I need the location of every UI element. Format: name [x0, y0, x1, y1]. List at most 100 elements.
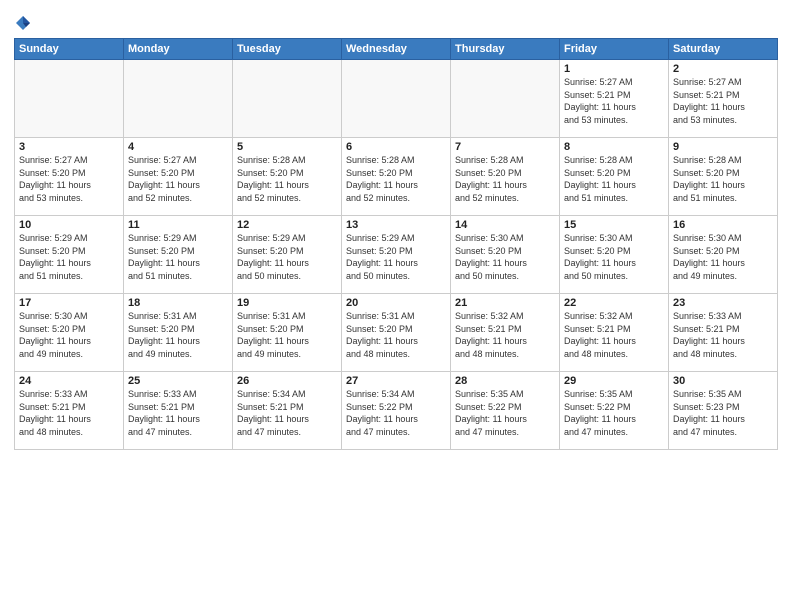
day-info: Sunrise: 5:27 AM Sunset: 5:21 PM Dayligh…: [673, 76, 773, 126]
day-number: 15: [564, 219, 664, 231]
day-number: 24: [19, 375, 119, 387]
calendar-cell: 13Sunrise: 5:29 AM Sunset: 5:20 PM Dayli…: [342, 216, 451, 294]
calendar-week-3: 17Sunrise: 5:30 AM Sunset: 5:20 PM Dayli…: [15, 294, 778, 372]
day-number: 30: [673, 375, 773, 387]
day-info: Sunrise: 5:35 AM Sunset: 5:22 PM Dayligh…: [564, 388, 664, 438]
calendar-header-thursday: Thursday: [451, 39, 560, 60]
calendar-cell: [124, 60, 233, 138]
calendar-header-row: SundayMondayTuesdayWednesdayThursdayFrid…: [15, 39, 778, 60]
day-info: Sunrise: 5:27 AM Sunset: 5:20 PM Dayligh…: [128, 154, 228, 204]
day-number: 19: [237, 297, 337, 309]
day-number: 29: [564, 375, 664, 387]
day-number: 17: [19, 297, 119, 309]
day-number: 27: [346, 375, 446, 387]
day-number: 6: [346, 141, 446, 153]
day-number: 26: [237, 375, 337, 387]
day-number: 5: [237, 141, 337, 153]
day-info: Sunrise: 5:30 AM Sunset: 5:20 PM Dayligh…: [564, 232, 664, 282]
day-number: 12: [237, 219, 337, 231]
day-number: 1: [564, 63, 664, 75]
calendar-cell: 15Sunrise: 5:30 AM Sunset: 5:20 PM Dayli…: [560, 216, 669, 294]
calendar-cell: [15, 60, 124, 138]
day-info: Sunrise: 5:33 AM Sunset: 5:21 PM Dayligh…: [673, 310, 773, 360]
day-info: Sunrise: 5:31 AM Sunset: 5:20 PM Dayligh…: [237, 310, 337, 360]
day-number: 4: [128, 141, 228, 153]
day-number: 14: [455, 219, 555, 231]
day-info: Sunrise: 5:27 AM Sunset: 5:20 PM Dayligh…: [19, 154, 119, 204]
calendar-cell: 8Sunrise: 5:28 AM Sunset: 5:20 PM Daylig…: [560, 138, 669, 216]
calendar-header-saturday: Saturday: [669, 39, 778, 60]
calendar-cell: 28Sunrise: 5:35 AM Sunset: 5:22 PM Dayli…: [451, 372, 560, 450]
calendar-cell: 20Sunrise: 5:31 AM Sunset: 5:20 PM Dayli…: [342, 294, 451, 372]
day-info: Sunrise: 5:32 AM Sunset: 5:21 PM Dayligh…: [455, 310, 555, 360]
calendar-cell: 16Sunrise: 5:30 AM Sunset: 5:20 PM Dayli…: [669, 216, 778, 294]
calendar-header-monday: Monday: [124, 39, 233, 60]
day-info: Sunrise: 5:28 AM Sunset: 5:20 PM Dayligh…: [564, 154, 664, 204]
day-number: 25: [128, 375, 228, 387]
day-number: 28: [455, 375, 555, 387]
day-number: 8: [564, 141, 664, 153]
day-number: 7: [455, 141, 555, 153]
calendar-cell: 27Sunrise: 5:34 AM Sunset: 5:22 PM Dayli…: [342, 372, 451, 450]
calendar-cell: 23Sunrise: 5:33 AM Sunset: 5:21 PM Dayli…: [669, 294, 778, 372]
calendar-cell: 26Sunrise: 5:34 AM Sunset: 5:21 PM Dayli…: [233, 372, 342, 450]
calendar-header-sunday: Sunday: [15, 39, 124, 60]
calendar-cell: 29Sunrise: 5:35 AM Sunset: 5:22 PM Dayli…: [560, 372, 669, 450]
calendar-cell: 9Sunrise: 5:28 AM Sunset: 5:20 PM Daylig…: [669, 138, 778, 216]
day-number: 11: [128, 219, 228, 231]
calendar-cell: 7Sunrise: 5:28 AM Sunset: 5:20 PM Daylig…: [451, 138, 560, 216]
calendar-cell: 22Sunrise: 5:32 AM Sunset: 5:21 PM Dayli…: [560, 294, 669, 372]
day-info: Sunrise: 5:30 AM Sunset: 5:20 PM Dayligh…: [19, 310, 119, 360]
calendar-cell: 4Sunrise: 5:27 AM Sunset: 5:20 PM Daylig…: [124, 138, 233, 216]
calendar-cell: [451, 60, 560, 138]
logo-icon: [14, 14, 32, 32]
day-number: 18: [128, 297, 228, 309]
day-info: Sunrise: 5:30 AM Sunset: 5:20 PM Dayligh…: [673, 232, 773, 282]
calendar-week-4: 24Sunrise: 5:33 AM Sunset: 5:21 PM Dayli…: [15, 372, 778, 450]
day-info: Sunrise: 5:29 AM Sunset: 5:20 PM Dayligh…: [128, 232, 228, 282]
calendar-cell: 6Sunrise: 5:28 AM Sunset: 5:20 PM Daylig…: [342, 138, 451, 216]
calendar-cell: 25Sunrise: 5:33 AM Sunset: 5:21 PM Dayli…: [124, 372, 233, 450]
day-info: Sunrise: 5:28 AM Sunset: 5:20 PM Dayligh…: [673, 154, 773, 204]
calendar-table: SundayMondayTuesdayWednesdayThursdayFrid…: [14, 38, 778, 450]
day-number: 23: [673, 297, 773, 309]
logo: [14, 14, 36, 32]
day-info: Sunrise: 5:28 AM Sunset: 5:20 PM Dayligh…: [455, 154, 555, 204]
page: SundayMondayTuesdayWednesdayThursdayFrid…: [0, 0, 792, 612]
calendar-header-tuesday: Tuesday: [233, 39, 342, 60]
calendar-header-wednesday: Wednesday: [342, 39, 451, 60]
day-info: Sunrise: 5:32 AM Sunset: 5:21 PM Dayligh…: [564, 310, 664, 360]
calendar-cell: 24Sunrise: 5:33 AM Sunset: 5:21 PM Dayli…: [15, 372, 124, 450]
calendar-cell: [342, 60, 451, 138]
calendar-cell: 18Sunrise: 5:31 AM Sunset: 5:20 PM Dayli…: [124, 294, 233, 372]
day-info: Sunrise: 5:33 AM Sunset: 5:21 PM Dayligh…: [128, 388, 228, 438]
day-info: Sunrise: 5:34 AM Sunset: 5:22 PM Dayligh…: [346, 388, 446, 438]
day-info: Sunrise: 5:33 AM Sunset: 5:21 PM Dayligh…: [19, 388, 119, 438]
calendar-cell: 12Sunrise: 5:29 AM Sunset: 5:20 PM Dayli…: [233, 216, 342, 294]
day-info: Sunrise: 5:29 AM Sunset: 5:20 PM Dayligh…: [346, 232, 446, 282]
day-info: Sunrise: 5:27 AM Sunset: 5:21 PM Dayligh…: [564, 76, 664, 126]
day-info: Sunrise: 5:28 AM Sunset: 5:20 PM Dayligh…: [237, 154, 337, 204]
calendar-cell: 3Sunrise: 5:27 AM Sunset: 5:20 PM Daylig…: [15, 138, 124, 216]
calendar-cell: 1Sunrise: 5:27 AM Sunset: 5:21 PM Daylig…: [560, 60, 669, 138]
day-info: Sunrise: 5:34 AM Sunset: 5:21 PM Dayligh…: [237, 388, 337, 438]
calendar-cell: 11Sunrise: 5:29 AM Sunset: 5:20 PM Dayli…: [124, 216, 233, 294]
calendar-cell: 19Sunrise: 5:31 AM Sunset: 5:20 PM Dayli…: [233, 294, 342, 372]
calendar-cell: [233, 60, 342, 138]
calendar-week-2: 10Sunrise: 5:29 AM Sunset: 5:20 PM Dayli…: [15, 216, 778, 294]
day-number: 9: [673, 141, 773, 153]
day-number: 22: [564, 297, 664, 309]
day-info: Sunrise: 5:29 AM Sunset: 5:20 PM Dayligh…: [19, 232, 119, 282]
calendar-cell: 5Sunrise: 5:28 AM Sunset: 5:20 PM Daylig…: [233, 138, 342, 216]
day-number: 13: [346, 219, 446, 231]
day-info: Sunrise: 5:29 AM Sunset: 5:20 PM Dayligh…: [237, 232, 337, 282]
calendar-cell: 17Sunrise: 5:30 AM Sunset: 5:20 PM Dayli…: [15, 294, 124, 372]
header: [14, 10, 778, 32]
calendar-header-friday: Friday: [560, 39, 669, 60]
calendar-cell: 21Sunrise: 5:32 AM Sunset: 5:21 PM Dayli…: [451, 294, 560, 372]
day-info: Sunrise: 5:30 AM Sunset: 5:20 PM Dayligh…: [455, 232, 555, 282]
day-info: Sunrise: 5:35 AM Sunset: 5:22 PM Dayligh…: [455, 388, 555, 438]
day-number: 10: [19, 219, 119, 231]
calendar-cell: 10Sunrise: 5:29 AM Sunset: 5:20 PM Dayli…: [15, 216, 124, 294]
calendar-cell: 30Sunrise: 5:35 AM Sunset: 5:23 PM Dayli…: [669, 372, 778, 450]
